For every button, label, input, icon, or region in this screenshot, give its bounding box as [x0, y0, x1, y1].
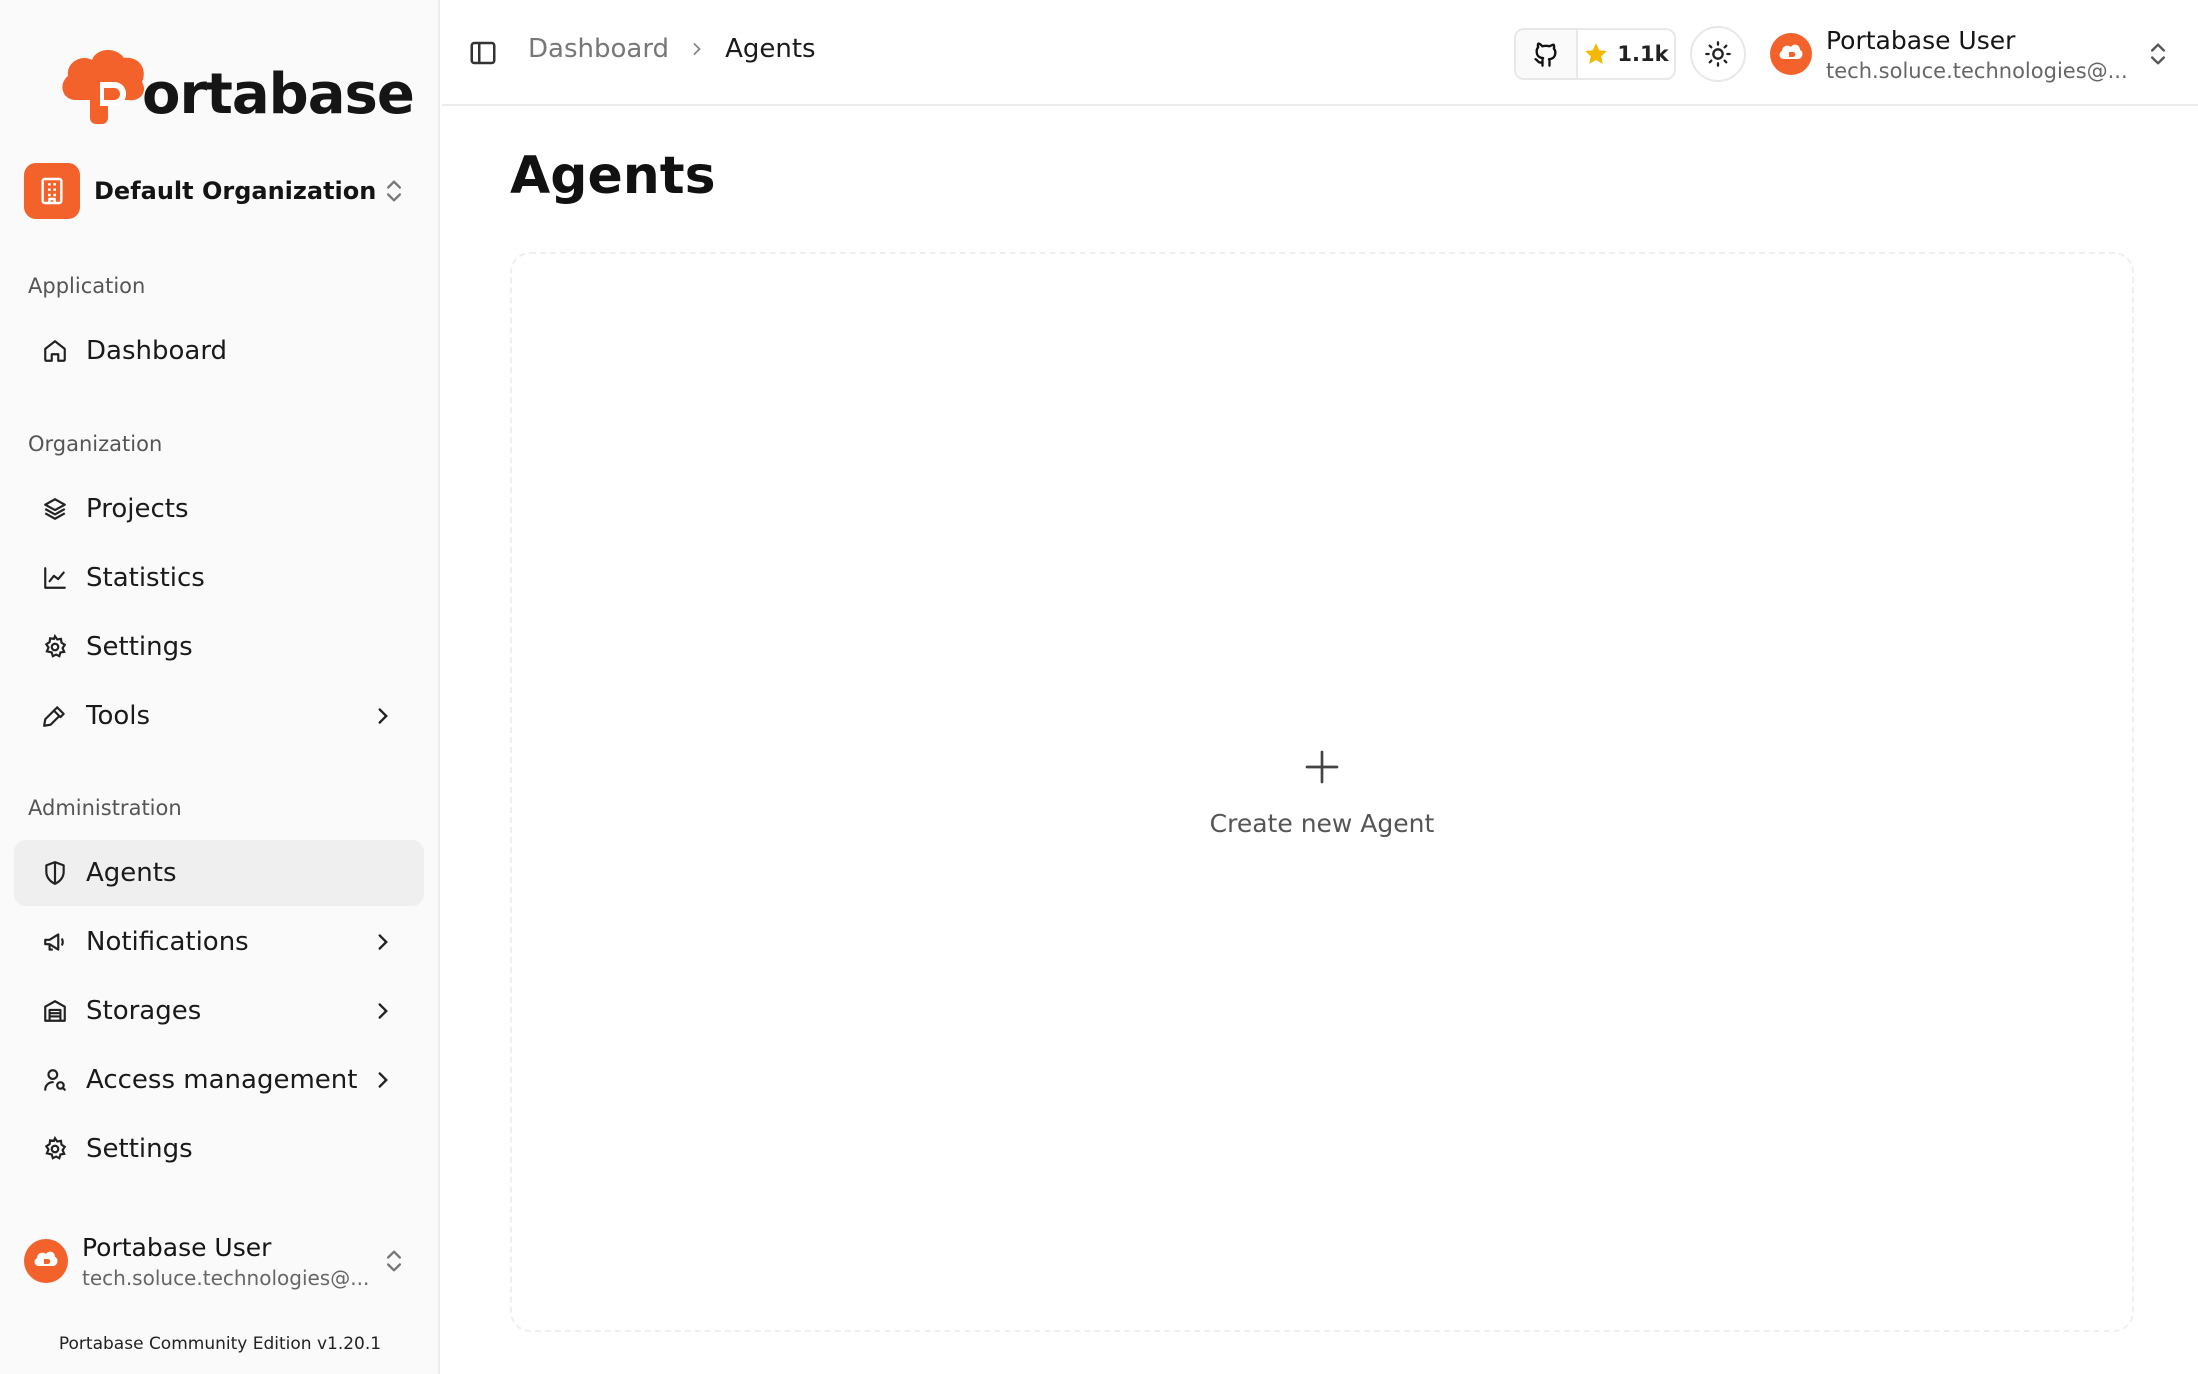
shield-icon	[40, 858, 70, 888]
chevron-right-icon	[378, 1003, 388, 1019]
breadcrumb-dashboard-link[interactable]: Dashboard	[528, 34, 669, 64]
breadcrumb: Dashboard Agents	[528, 34, 816, 64]
organization-name: Default Organization	[94, 177, 377, 205]
chevron-updown-icon	[387, 1250, 401, 1272]
sidebar-item-dashboard[interactable]: Dashboard	[14, 318, 424, 384]
section-label-administration: Administration	[28, 796, 182, 820]
breadcrumb-current: Agents	[725, 34, 816, 64]
theme-toggle-button[interactable]	[1690, 26, 1746, 82]
sidebar-item-statistics[interactable]: Statistics	[14, 545, 424, 611]
github-icon	[1516, 30, 1578, 78]
sidebar-item-label: Settings	[86, 632, 193, 662]
sidebar-item-label: Access management	[86, 1065, 358, 1095]
home-icon	[40, 336, 70, 366]
chevron-right-icon	[378, 934, 388, 950]
avatar	[1770, 33, 1812, 75]
github-star-count: 1.1k	[1617, 42, 1669, 66]
sidebar-toggle-icon[interactable]	[468, 38, 498, 68]
create-agent-card[interactable]: Create new Agent	[510, 252, 2134, 1332]
user-key-icon	[40, 1065, 70, 1095]
top-header: Dashboard Agents 1.1k Portabase User tec…	[442, 0, 2198, 106]
sidebar-item-label: Dashboard	[86, 336, 228, 366]
sidebar-user-menu[interactable]: Portabase User tech.soluce.technologies@…	[24, 1226, 416, 1296]
header-user-menu[interactable]: Portabase User tech.soluce.technologies@…	[1770, 22, 2180, 86]
logo-wordmark: ortabase	[142, 62, 415, 127]
layers-icon	[40, 494, 70, 524]
hammer-icon	[40, 701, 70, 731]
user-name: Portabase User	[82, 1232, 272, 1262]
sidebar-item-label: Settings	[86, 1134, 193, 1164]
sidebar-item-agents[interactable]: Agents	[14, 840, 424, 906]
sidebar-item-label: Statistics	[86, 563, 205, 593]
sidebar-item-projects[interactable]: Projects	[14, 476, 424, 542]
sidebar-item-notifications[interactable]: Notifications	[14, 909, 424, 975]
sidebar-item-label: Notifications	[86, 927, 249, 957]
sidebar-item-access-management[interactable]: Access management	[14, 1047, 424, 1113]
plus-icon	[1305, 750, 1339, 783]
megaphone-icon	[40, 927, 70, 957]
user-name: Portabase User	[1826, 25, 2016, 55]
chevron-right-icon	[378, 708, 388, 724]
organization-switcher[interactable]: Default Organization	[24, 160, 416, 222]
portabase-logo[interactable]: ortabase	[56, 36, 415, 126]
avatar	[24, 1239, 68, 1283]
github-stars-button[interactable]: 1.1k	[1514, 28, 1676, 80]
star-icon	[1585, 43, 1608, 64]
create-agent-label: Create new Agent	[1209, 808, 1435, 838]
gear-icon	[40, 1134, 70, 1164]
section-label-organization: Organization	[28, 432, 163, 456]
cloud-logo-icon	[56, 40, 148, 126]
sun-icon	[1705, 41, 1731, 67]
gear-icon	[40, 632, 70, 662]
page-title: Agents	[510, 146, 716, 206]
user-email: tech.soluce.technologies@...	[82, 1265, 370, 1290]
sidebar-item-label: Projects	[86, 494, 189, 524]
chevron-updown-icon	[2151, 43, 2165, 65]
chevron-right-icon	[378, 1072, 388, 1088]
sidebar-item-tools[interactable]: Tools	[14, 683, 424, 749]
sidebar-item-label: Tools	[86, 701, 151, 731]
sidebar-item-storages[interactable]: Storages	[14, 978, 424, 1044]
edition-version: Portabase Community Edition v1.20.1	[58, 1334, 382, 1354]
chart-icon	[40, 563, 70, 593]
sidebar-item-label: Storages	[86, 996, 202, 1026]
building-icon	[24, 163, 80, 219]
user-email: tech.soluce.technologies@...	[1826, 58, 2128, 83]
chevron-right-icon	[693, 43, 701, 55]
sidebar-item-settings[interactable]: Settings	[14, 614, 424, 680]
sidebar-item-label: Agents	[86, 858, 177, 888]
chevron-updown-icon	[387, 180, 401, 202]
warehouse-icon	[40, 996, 70, 1026]
sidebar: ortabase Default Organization Applicatio…	[0, 0, 440, 1374]
sidebar-item-admin-settings[interactable]: Settings	[14, 1116, 424, 1182]
section-label-application: Application	[28, 274, 146, 298]
